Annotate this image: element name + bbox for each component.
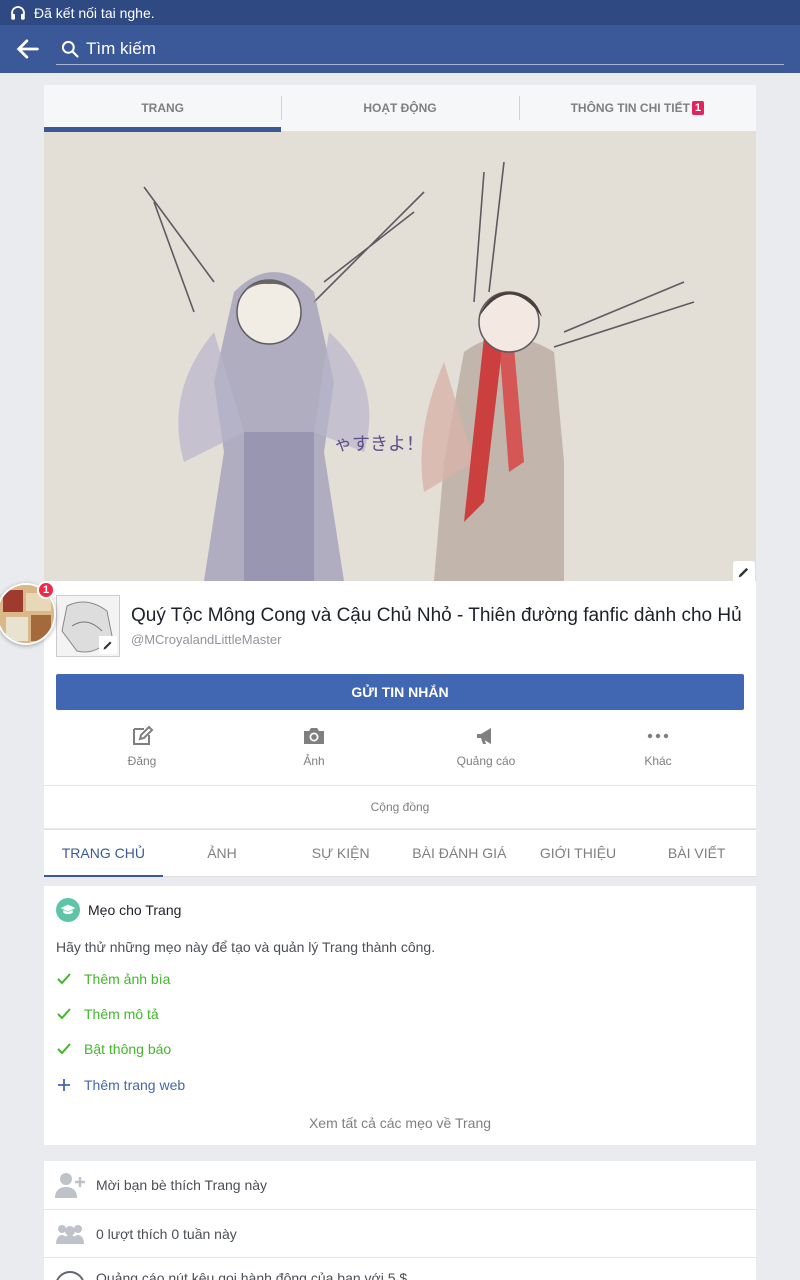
search-input[interactable]: Tìm kiếm	[56, 33, 784, 65]
check-icon	[56, 973, 72, 985]
page-admin-tabs: TRANG HOẠT ĐỘNG THÔNG TIN CHI TIẾT 1	[44, 85, 756, 132]
status-text: Đã kết nối tai nghe.	[34, 4, 155, 21]
tip-enable-notifications[interactable]: Bật thông báo	[56, 1041, 171, 1057]
weekly-likes-row[interactable]: 0 lượt thích 0 tuần này	[44, 1209, 756, 1257]
cover-illustration: ゃすきよ！	[44, 132, 756, 581]
tips-header: Mẹo cho Trang	[56, 898, 181, 922]
page-name: Quý Tộc Mông Cong và Cậu Chủ Nhỏ - Thiên…	[131, 605, 742, 626]
see-all-tips-link[interactable]: Xem tất cả các mẹo về Trang	[44, 1115, 756, 1131]
camera-icon	[304, 728, 324, 744]
tab-reviews[interactable]: BÀI ĐÁNH GIÁ	[400, 830, 519, 876]
people-icon	[44, 1223, 96, 1245]
promote-cta-row[interactable]: Quảng cáo nút kêu gọi hành động của bạn …	[44, 1257, 756, 1280]
tips-title: Mẹo cho Trang	[88, 902, 182, 918]
avatar-edit-button[interactable]	[99, 636, 117, 654]
page-info-card: Quý Tộc Mông Cong và Cậu Chủ Nhỏ - Thiên…	[44, 581, 756, 828]
tab-about[interactable]: GIỚI THIỆU	[519, 830, 638, 876]
page-stats-card: Mời bạn bè thích Trang này 0 lượt thích …	[44, 1161, 756, 1280]
page-nav-tabs: TRANG CHỦ ẢNH SỰ KIỆN BÀI ĐÁNH GIÁ GIỚI …	[44, 829, 756, 877]
tab-posts[interactable]: BÀI VIẾT	[637, 830, 756, 876]
tip-add-description[interactable]: Thêm mô tả	[56, 1006, 159, 1022]
action-post[interactable]: Đăng	[56, 724, 228, 780]
graduation-cap-icon	[56, 898, 80, 922]
tips-description: Hãy thử những mẹo này để tạo và quản lý …	[56, 939, 436, 955]
more-icon	[647, 733, 669, 739]
page-avatar[interactable]	[56, 595, 120, 657]
check-icon	[56, 1043, 72, 1055]
action-photo[interactable]: Ảnh	[228, 724, 400, 780]
top-bar: Tìm kiếm	[0, 25, 800, 73]
page-category[interactable]: Cộng đồng	[44, 785, 756, 828]
page-actions: Đăng Ảnh Quảng cáo Khác	[56, 724, 744, 780]
tab-page[interactable]: TRANG	[44, 85, 282, 132]
back-arrow-icon[interactable]	[14, 35, 42, 63]
tab-home[interactable]: TRANG CHỦ	[44, 830, 163, 877]
search-icon	[61, 40, 79, 58]
page-handle: @MCroyalandLittleMaster	[131, 632, 282, 647]
invite-friends-row[interactable]: Mời bạn bè thích Trang này	[44, 1161, 756, 1209]
check-icon	[56, 1008, 72, 1020]
chat-head-badge: 1	[37, 581, 55, 599]
cover-caption: ゃすきよ！	[334, 434, 424, 455]
tab-activity[interactable]: HOẠT ĐỘNG	[281, 85, 518, 131]
action-more[interactable]: Khác	[572, 724, 744, 780]
tip-add-website[interactable]: Thêm trang web	[56, 1077, 185, 1093]
tab-events[interactable]: SỰ KIỆN	[281, 830, 400, 876]
status-bar: Đã kết nối tai nghe.	[0, 0, 800, 25]
add-friend-icon	[44, 1171, 96, 1199]
cover-photo[interactable]: ゃすきよ！	[44, 132, 756, 581]
tab-insights[interactable]: THÔNG TIN CHI TIẾT 1	[518, 85, 756, 131]
search-placeholder: Tìm kiếm	[86, 38, 156, 58]
megaphone-icon	[477, 728, 491, 744]
play-icon	[44, 1270, 96, 1280]
cover-edit-button[interactable]	[733, 561, 755, 583]
pencil-icon	[103, 641, 112, 650]
tab-photos[interactable]: ẢNH	[163, 830, 282, 876]
pencil-icon	[738, 567, 749, 578]
insights-badge: 1	[691, 101, 705, 115]
page-tips-card: Mẹo cho Trang Hãy thử những mẹo này để t…	[44, 886, 756, 1145]
tip-add-cover[interactable]: Thêm ảnh bìa	[56, 971, 170, 987]
headphones-icon	[11, 5, 25, 20]
action-advertise[interactable]: Quảng cáo	[400, 724, 572, 780]
send-message-button[interactable]: GỬI TIN NHẮN	[56, 674, 744, 710]
plus-icon	[56, 1079, 72, 1091]
edit-icon	[133, 725, 154, 745]
